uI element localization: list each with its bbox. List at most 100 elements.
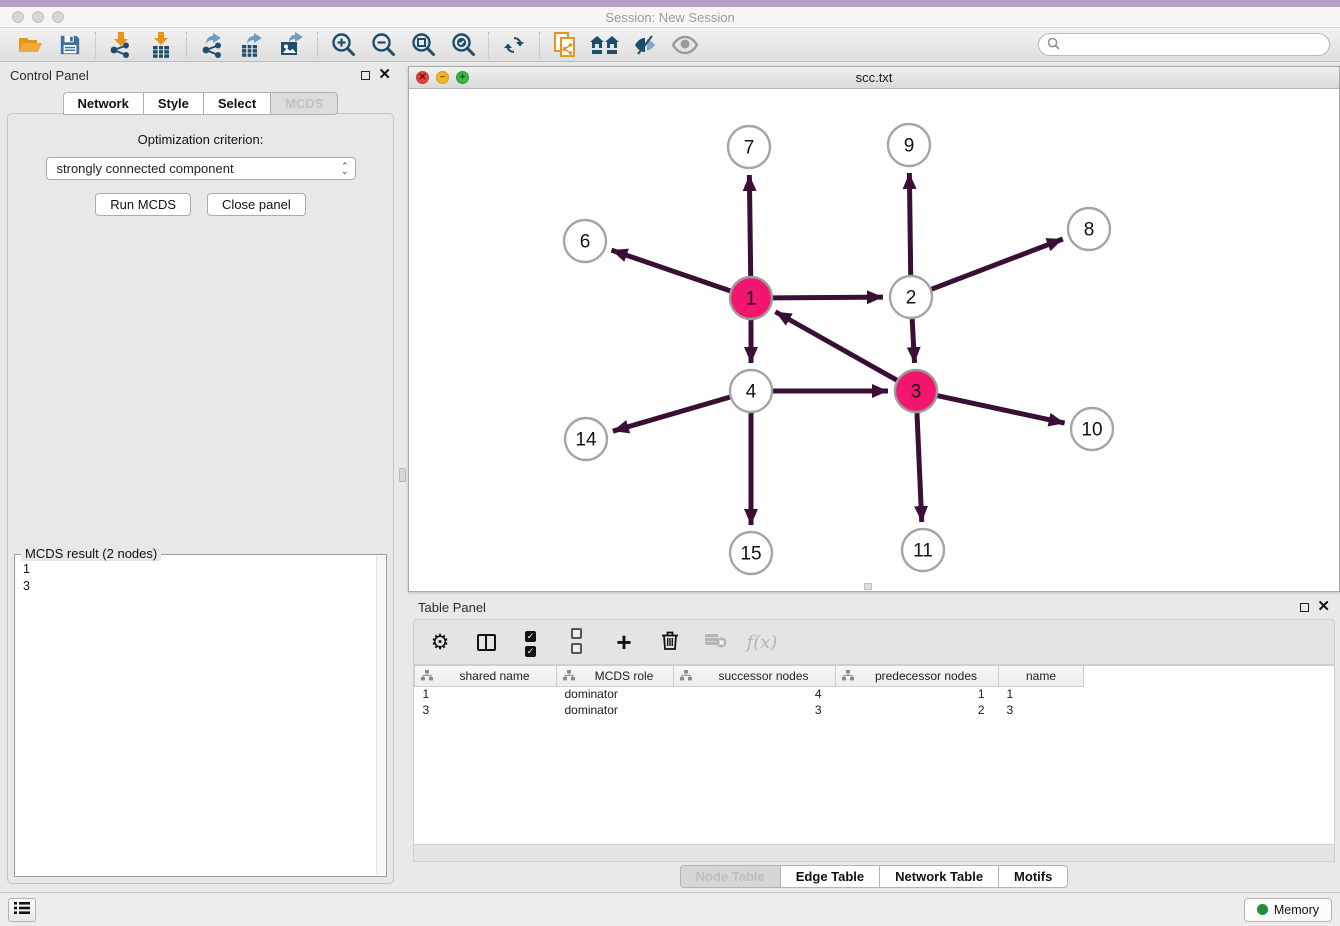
graph-edge-3-1[interactable] [775,312,896,380]
function-builder-button[interactable]: f(x) [750,630,774,654]
network-minimize-icon[interactable]: − [436,71,449,84]
close-table-panel-icon[interactable]: ✕ [1317,602,1330,612]
graph-edge-4-14[interactable] [613,397,730,431]
panel-splitter-handle[interactable] [399,468,406,482]
graph-edge-3-10[interactable] [938,396,1065,423]
graph-edge-2-8[interactable] [932,239,1063,289]
table-cell[interactable]: 3 [999,702,1084,718]
graph-node-7[interactable]: 7 [728,126,770,168]
graph-node-11[interactable]: 11 [902,529,944,571]
table-cell[interactable]: 1 [999,686,1084,702]
import-table-button[interactable] [141,30,181,60]
open-session-button[interactable] [10,30,50,60]
graph-node-8[interactable]: 8 [1068,208,1110,250]
table-cell[interactable]: 1 [836,686,999,702]
export-image-button[interactable] [272,30,312,60]
add-column-button[interactable]: + [612,630,636,654]
first-neighbors-button[interactable] [585,30,625,60]
table-cell[interactable]: 3 [415,702,557,718]
tab-mcds[interactable]: MCDS [270,92,338,115]
table-tabs: Node TableEdge TableNetwork TableMotifs [408,865,1340,888]
select-all-button[interactable]: ✓✓ [520,630,544,654]
graph[interactable]: 7 9 6 8 1 2 4 3 14 10 15 11 [409,89,1339,591]
split-view-button[interactable] [474,630,498,654]
graph-edge-3-11[interactable] [917,413,922,522]
zoom-in-button[interactable] [323,30,363,60]
graph-node-4[interactable]: 4 [730,370,772,412]
close-panel-icon[interactable]: ✕ [378,70,391,80]
search-input[interactable] [1065,38,1321,52]
result-scrollbar[interactable] [376,556,385,875]
tab-edge-table[interactable]: Edge Table [780,865,879,888]
table-cell[interactable]: 4 [674,686,836,702]
table-row[interactable]: 3dominator323 [415,702,1084,718]
float-table-panel-icon[interactable] [1300,603,1309,612]
save-session-icon [59,34,81,56]
criterion-select[interactable]: strongly connected component ⌃⌄ [46,157,356,180]
mcds-result-text[interactable]: 1 3 [15,555,386,876]
graph-node-15[interactable]: 15 [730,532,772,574]
graph-node-3[interactable]: 3 [895,370,937,412]
graph-edge-1-6[interactable] [611,250,730,291]
column-header-successor-nodes[interactable]: successor nodes [674,666,836,686]
zoom-out-button[interactable] [363,30,403,60]
table-row[interactable]: 1dominator411 [415,686,1084,702]
hide-selected-button[interactable] [625,30,665,60]
zoom-fit-button[interactable] [403,30,443,60]
apply-layout-button[interactable] [494,30,534,60]
graph-edge-1-2[interactable] [773,297,883,298]
column-label: shared name [459,669,529,683]
table-cell[interactable]: 3 [674,702,836,718]
graph-edge-2-3[interactable] [912,319,914,363]
graph-node-6[interactable]: 6 [564,220,606,262]
graph-edge-1-7[interactable] [749,175,750,276]
graph-node-10[interactable]: 10 [1071,408,1113,450]
save-session-button[interactable] [50,30,90,60]
tab-network-table[interactable]: Network Table [879,865,998,888]
tab-motifs[interactable]: Motifs [998,865,1068,888]
export-table-button[interactable] [232,30,272,60]
canvas-splitter-handle[interactable] [864,583,872,590]
network-canvas[interactable]: 7 9 6 8 1 2 4 3 14 10 15 11 [409,89,1339,591]
tab-select[interactable]: Select [203,92,270,115]
delete-table-button[interactable] [704,630,728,654]
network-maximize-icon[interactable]: + [456,71,469,84]
close-panel-button[interactable]: Close panel [207,193,306,216]
svg-text:2: 2 [906,288,917,309]
toolbar-separator [539,32,540,58]
table-cell[interactable]: 2 [836,702,999,718]
column-header-MCDS-role[interactable]: MCDS role [557,666,674,686]
table-panel: Table Panel ✕ ⚙ ✓✓ + f(x) shared name MCD… [408,595,1340,890]
mcds-panel: Optimization criterion: strongly connect… [7,113,394,884]
float-panel-icon[interactable] [361,71,370,80]
memory-button[interactable]: Memory [1244,898,1332,922]
graph-edge-2-9[interactable] [909,173,910,275]
run-mcds-button[interactable]: Run MCDS [95,193,191,216]
delete-column-button[interactable] [658,630,682,654]
column-header-predecessor-nodes[interactable]: predecessor nodes [836,666,999,686]
graph-node-14[interactable]: 14 [565,418,607,460]
tab-network[interactable]: Network [63,92,143,115]
graph-node-1[interactable]: 1 [730,277,772,319]
tab-style[interactable]: Style [143,92,203,115]
table-cell[interactable]: 1 [415,686,557,702]
clone-network-button[interactable] [545,30,585,60]
export-network-button[interactable] [192,30,232,60]
graph-node-9[interactable]: 9 [888,124,930,166]
show-all-button[interactable] [665,30,705,60]
graph-node-2[interactable]: 2 [890,276,932,318]
toolbar-separator [317,32,318,58]
table-cell[interactable]: dominator [557,686,674,702]
search-field[interactable] [1038,33,1330,56]
column-header-shared-name[interactable]: shared name [415,666,557,686]
network-close-icon[interactable]: ✕ [416,71,429,84]
import-network-button[interactable] [101,30,141,60]
table-cell[interactable]: dominator [557,702,674,718]
column-header-name[interactable]: name [999,666,1084,686]
deselect-all-button[interactable] [566,630,590,654]
task-history-button[interactable] [8,898,36,922]
zoom-selected-button[interactable] [443,30,483,60]
table-panel-titlebar: Table Panel ✕ [408,595,1340,619]
table-settings-button[interactable]: ⚙ [428,630,452,654]
tab-node-table[interactable]: Node Table [680,865,780,888]
